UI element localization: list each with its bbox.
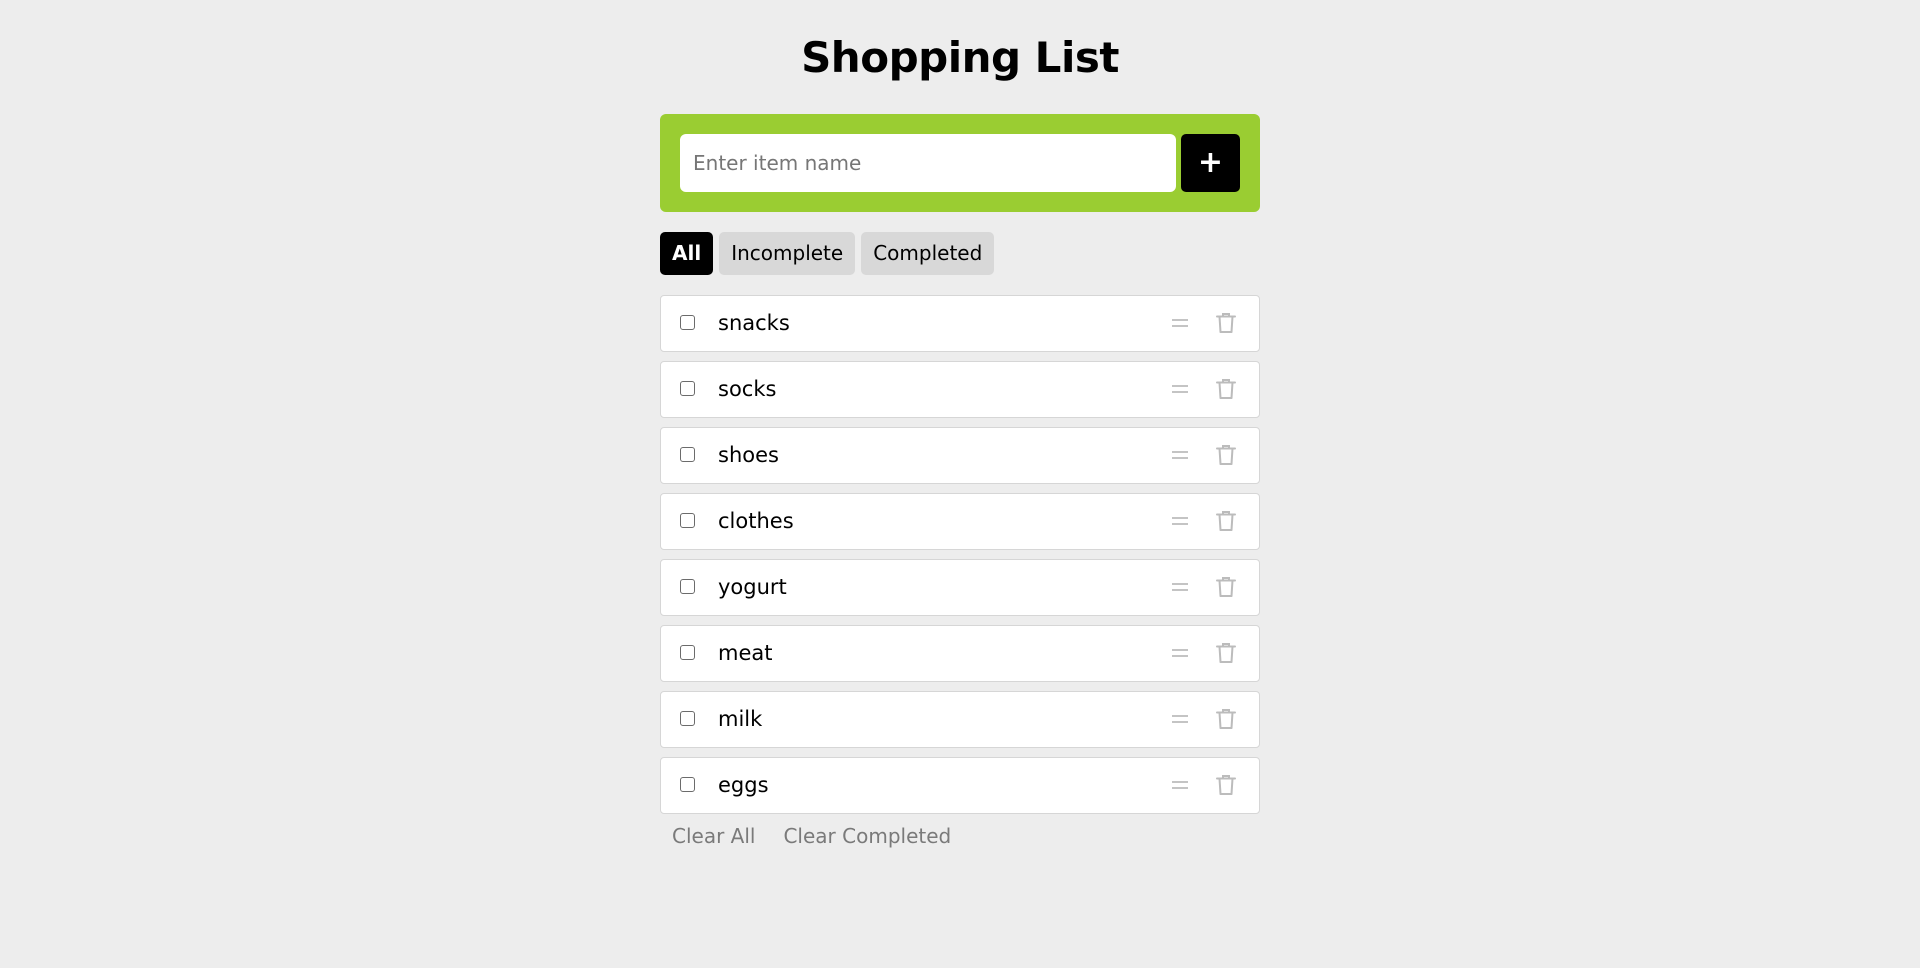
trash-icon[interactable] — [1214, 707, 1238, 731]
page-title: Shopping List — [801, 33, 1119, 82]
list-item[interactable]: eggs — [660, 757, 1260, 814]
clear-all-button[interactable]: Clear All — [660, 816, 767, 856]
item-checkbox[interactable] — [680, 513, 695, 528]
list-item[interactable]: socks — [660, 361, 1260, 418]
trash-icon[interactable] — [1214, 641, 1238, 665]
list-item[interactable]: clothes — [660, 493, 1260, 550]
trash-icon[interactable] — [1214, 773, 1238, 797]
drag-handle-icon[interactable] — [1172, 646, 1188, 660]
item-checkbox[interactable] — [680, 315, 695, 330]
item-name: yogurt — [718, 575, 787, 599]
filter-tab-incomplete[interactable]: Incomplete — [719, 232, 856, 275]
list-item[interactable]: meat — [660, 625, 1260, 682]
item-checkbox[interactable] — [680, 579, 695, 594]
item-name: socks — [718, 377, 777, 401]
drag-handle-icon[interactable] — [1172, 580, 1188, 594]
filter-tab-completed[interactable]: Completed — [861, 232, 995, 275]
item-name: eggs — [718, 773, 769, 797]
drag-handle-icon[interactable] — [1172, 514, 1188, 528]
item-checkbox[interactable] — [680, 645, 695, 660]
item-name: clothes — [718, 509, 794, 533]
item-checkbox[interactable] — [680, 381, 695, 396]
drag-handle-icon[interactable] — [1172, 316, 1188, 330]
trash-icon[interactable] — [1214, 311, 1238, 335]
add-item-panel: + — [660, 114, 1260, 212]
trash-icon[interactable] — [1214, 377, 1238, 401]
footer-actions: Clear All Clear Completed — [660, 816, 963, 856]
drag-handle-icon[interactable] — [1172, 382, 1188, 396]
item-checkbox[interactable] — [680, 711, 695, 726]
item-name: snacks — [718, 311, 790, 335]
item-name: shoes — [718, 443, 779, 467]
item-name: milk — [718, 707, 763, 731]
list-item[interactable]: shoes — [660, 427, 1260, 484]
trash-icon[interactable] — [1214, 443, 1238, 467]
trash-icon[interactable] — [1214, 575, 1238, 599]
list-item[interactable]: snacks — [660, 295, 1260, 352]
item-checkbox[interactable] — [680, 777, 695, 792]
list-item[interactable]: yogurt — [660, 559, 1260, 616]
list-item[interactable]: milk — [660, 691, 1260, 748]
item-checkbox[interactable] — [680, 447, 695, 462]
drag-handle-icon[interactable] — [1172, 778, 1188, 792]
add-item-button[interactable]: + — [1181, 134, 1240, 192]
trash-icon[interactable] — [1214, 509, 1238, 533]
drag-handle-icon[interactable] — [1172, 448, 1188, 462]
drag-handle-icon[interactable] — [1172, 712, 1188, 726]
filter-tabs: All Incomplete Completed — [660, 232, 995, 275]
item-name-input[interactable] — [680, 134, 1176, 192]
filter-tab-all[interactable]: All — [660, 232, 714, 275]
clear-completed-button[interactable]: Clear Completed — [771, 816, 963, 856]
item-name: meat — [718, 641, 773, 665]
